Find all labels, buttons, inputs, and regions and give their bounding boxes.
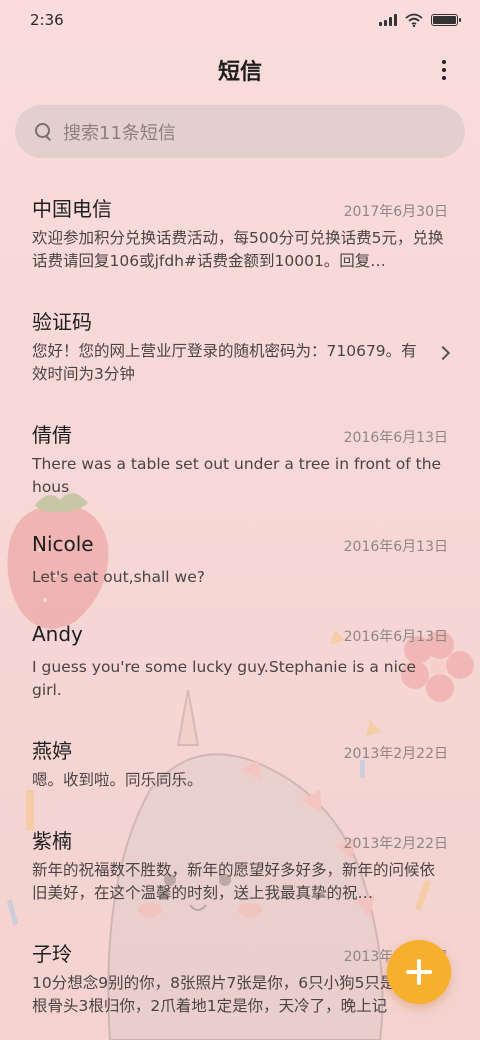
message-item[interactable]: 验证码 您好！您的网上营业厅登录的随机密码为：710679。有效时间为3分钟 — [0, 306, 480, 386]
message-preview: There was a table set out under a tree i… — [32, 455, 442, 496]
more-options-button[interactable] — [434, 56, 454, 84]
message-sender: Nicole — [32, 532, 94, 556]
message-preview: 嗯。收到啦。同乐同乐。 — [32, 771, 203, 789]
message-sender: 燕婷 — [32, 739, 72, 763]
more-vertical-icon — [442, 60, 446, 64]
message-preview: 10分想念9别的你，8张照片7张是你，6只小狗5只是你，4根骨头3根归你，2爪着… — [32, 974, 437, 1015]
new-message-button[interactable] — [387, 940, 451, 1004]
message-sender: 倩倩 — [32, 423, 72, 447]
message-date: 2016年6月13日 — [343, 539, 448, 555]
wifi-icon — [405, 13, 423, 27]
message-sender: 紫楠 — [32, 829, 72, 853]
message-date: 2016年6月13日 — [343, 629, 448, 645]
message-item[interactable]: 中国电信 2017年6月30日 欢迎参加积分兑换话费活动，每500分可兑换话费5… — [0, 193, 480, 273]
message-sender: 子玲 — [32, 942, 72, 966]
message-item[interactable]: 紫楠 2013年2月22日 新年的祝福数不胜数，新年的愿望好多好多，新年的问候依… — [0, 825, 480, 905]
status-time: 2:36 — [30, 11, 64, 29]
app-header: 短信 — [0, 48, 480, 92]
battery-level — [433, 16, 456, 24]
message-preview: 新年的祝福数不胜数，新年的愿望好多好多，新年的问候依旧美好，在这个温馨的时刻，送… — [32, 861, 436, 902]
message-date: 2017年6月30日 — [343, 204, 448, 220]
search-icon — [35, 122, 53, 141]
message-date: 2013年2月22日 — [343, 746, 448, 762]
search-bar[interactable]: 搜索11条短信 — [15, 105, 465, 158]
message-item[interactable]: Andy 2016年6月13日 I guess you're some luck… — [0, 622, 480, 702]
message-item[interactable]: 燕婷 2013年2月22日 嗯。收到啦。同乐同乐。 — [0, 735, 480, 792]
message-item[interactable]: 倩倩 2016年6月13日 There was a table set out … — [0, 419, 480, 499]
plus-icon — [406, 959, 432, 985]
message-sender: 中国电信 — [32, 197, 112, 221]
chevron-right-icon — [435, 345, 451, 361]
message-date: 2016年6月13日 — [343, 430, 448, 446]
message-sender: Andy — [32, 622, 83, 646]
message-date: 2013年2月22日 — [343, 836, 448, 852]
message-preview: 欢迎参加积分兑换话费活动，每500分可兑换话费5元，兑换话费请回复106或jfd… — [32, 229, 444, 270]
search-placeholder: 搜索11条短信 — [63, 122, 176, 144]
status-bar: 2:36 — [0, 0, 480, 40]
status-icons — [379, 13, 461, 27]
message-preview: Let's eat out,shall we? — [32, 568, 205, 586]
message-preview: I guess you're some lucky guy.Stephanie … — [32, 658, 416, 699]
message-sender: 验证码 — [32, 310, 92, 334]
page-title: 短信 — [217, 60, 262, 85]
battery-icon — [431, 14, 461, 26]
signal-icon — [379, 14, 397, 26]
message-item[interactable]: Nicole 2016年6月13日 Let's eat out,shall we… — [0, 532, 480, 589]
message-preview: 您好！您的网上营业厅登录的随机密码为：710679。有效时间为3分钟 — [32, 342, 417, 383]
